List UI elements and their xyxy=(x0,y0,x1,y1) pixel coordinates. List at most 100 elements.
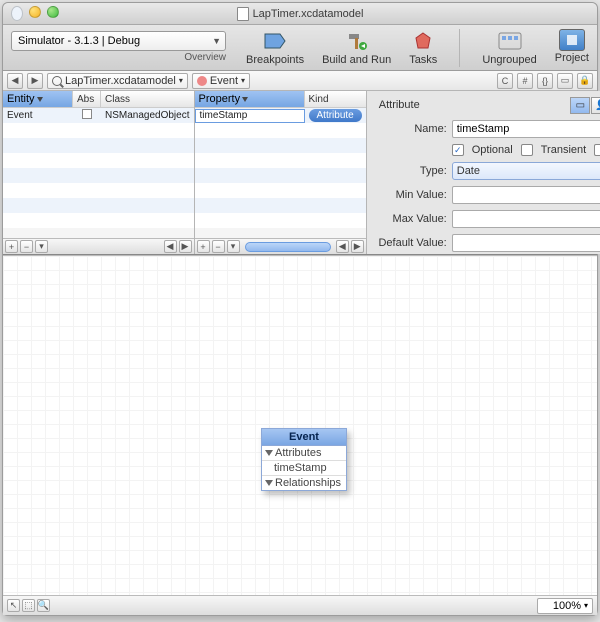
table-row[interactable]: timeStamp Attribute xyxy=(195,108,366,123)
col-header-kind[interactable]: Kind xyxy=(305,91,366,107)
scheme-selector[interactable]: Simulator - 3.1.3 | Debug ▼ xyxy=(11,31,226,51)
indexed-checkbox[interactable] xyxy=(594,144,600,156)
scheme-label: Simulator - 3.1.3 | Debug xyxy=(18,35,140,47)
nav-right-button[interactable]: ▶ xyxy=(351,240,364,253)
diagram-canvas[interactable]: Event Attributes timeStamp Relationships xyxy=(3,255,597,595)
inspector-tab-1[interactable]: ▭ xyxy=(570,97,590,114)
disclosure-triangle-icon xyxy=(265,480,273,486)
window-title: LapTimer.xcdatamodel xyxy=(3,7,597,21)
toggle-hash-button[interactable]: # xyxy=(517,73,533,89)
nav-forward-button[interactable]: ▶ xyxy=(27,73,43,89)
toolbar: Simulator - 3.1.3 | Debug ▼ Overview Bre… xyxy=(3,25,597,71)
model-columns: Entity Abs Class Event NSManagedObject +… xyxy=(3,91,597,255)
toggle-c-button[interactable]: C xyxy=(497,73,513,89)
ungrouped-label: Ungrouped xyxy=(482,54,536,66)
breadcrumb-entity-label: Event xyxy=(210,75,238,87)
col-header-class[interactable]: Class xyxy=(101,91,194,107)
add-property-button[interactable]: + xyxy=(197,240,210,253)
col-header-abs[interactable]: Abs xyxy=(73,91,101,107)
property-name-cell[interactable]: timeStamp xyxy=(195,109,305,123)
breakpoints-button[interactable]: Breakpoints xyxy=(246,29,304,67)
project-button[interactable]: Project xyxy=(555,29,589,67)
window-title-text: LapTimer.xcdatamodel xyxy=(253,8,364,20)
remove-entity-button[interactable]: − xyxy=(20,240,33,253)
remove-property-button[interactable]: − xyxy=(212,240,225,253)
build-run-button[interactable]: Build and Run xyxy=(322,29,391,67)
document-icon xyxy=(237,7,249,21)
nav-right-button[interactable]: ▶ xyxy=(179,240,192,253)
titlebar[interactable]: LapTimer.xcdatamodel xyxy=(3,3,597,25)
add-entity-button[interactable]: + xyxy=(5,240,18,253)
minimize-button[interactable] xyxy=(29,6,41,18)
breadcrumb-file-label: LapTimer.xcdatamodel xyxy=(65,75,176,87)
inspector-pane: Attribute ▭ 👤 ⚙ ⟳ Name: ✓Optional Transi… xyxy=(367,91,600,254)
traffic-lights xyxy=(11,6,59,21)
zoom-value: 100% xyxy=(553,600,581,612)
entities-table[interactable]: Event NSManagedObject xyxy=(3,108,194,238)
min-value-field[interactable] xyxy=(452,186,600,204)
zoom-button[interactable] xyxy=(47,6,59,18)
tasks-button[interactable]: Tasks xyxy=(409,29,437,67)
properties-footer: + − ▾ ◀ ▶ xyxy=(195,238,366,254)
max-value-label: Max Value: xyxy=(375,213,447,225)
toggle-split-button[interactable]: ▭ xyxy=(557,73,573,89)
properties-pane: Property Kind timeStamp Attribute + − ▾ … xyxy=(195,91,367,254)
nav-back-button[interactable]: ◀ xyxy=(7,73,23,89)
type-select[interactable]: Date▾ xyxy=(452,162,600,180)
entity-abs-cell xyxy=(73,109,101,122)
chevron-down-icon: ▼ xyxy=(212,36,221,46)
breadcrumb-entity[interactable]: Event ▾ xyxy=(192,73,250,89)
status-bar: ↖ ⬚ 🔍 100% ▾ xyxy=(3,595,597,615)
min-value-label: Min Value: xyxy=(375,189,447,201)
kind-chip: Attribute xyxy=(309,109,362,122)
lock-icon[interactable]: 🔒 xyxy=(577,73,593,89)
property-menu-button[interactable]: ▾ xyxy=(227,240,240,253)
toolbar-divider xyxy=(459,29,460,67)
xcode-window: LapTimer.xcdatamodel Simulator - 3.1.3 |… xyxy=(2,2,598,616)
properties-table[interactable]: timeStamp Attribute xyxy=(195,108,366,238)
entities-pane: Entity Abs Class Event NSManagedObject +… xyxy=(3,91,195,254)
project-label: Project xyxy=(555,52,589,64)
entity-menu-button[interactable]: ▾ xyxy=(35,240,48,253)
close-button[interactable] xyxy=(11,6,23,21)
name-field[interactable] xyxy=(452,120,600,138)
relationships-section[interactable]: Relationships xyxy=(262,476,346,490)
updown-icon: ▾ xyxy=(179,76,183,85)
attributes-section[interactable]: Attributes xyxy=(262,446,346,461)
col-header-property[interactable]: Property xyxy=(195,91,305,107)
default-value-label: Default Value: xyxy=(375,237,447,249)
col-header-entity[interactable]: Entity xyxy=(3,91,73,107)
inspector-tab-2[interactable]: 👤 xyxy=(591,97,600,114)
optional-checkbox[interactable]: ✓ xyxy=(452,144,464,156)
tasks-label: Tasks xyxy=(409,54,437,66)
tasks-icon xyxy=(409,29,437,53)
pointer-tool-button[interactable]: ↖ xyxy=(7,599,20,612)
horizontal-scrollbar[interactable] xyxy=(245,242,331,252)
breadcrumb-file[interactable]: LapTimer.xcdatamodel ▾ xyxy=(47,73,188,89)
zoom-control[interactable]: 100% ▾ xyxy=(537,598,593,614)
hand-tool-button[interactable]: ⬚ xyxy=(22,599,35,612)
inspector-tab-strip: ▭ 👤 ⚙ ⟳ xyxy=(570,97,600,114)
ungrouped-button[interactable]: Ungrouped xyxy=(482,29,536,67)
zoom-tool-button[interactable]: 🔍 xyxy=(37,599,50,612)
updown-icon: ▾ xyxy=(241,76,245,85)
entity-class-cell: NSManagedObject xyxy=(101,110,194,121)
toggle-brace-button[interactable]: {} xyxy=(537,73,553,89)
transient-checkbox[interactable] xyxy=(521,144,533,156)
table-row[interactable]: Event NSManagedObject xyxy=(3,108,194,123)
default-value-field[interactable] xyxy=(452,234,600,252)
optional-label: Optional xyxy=(472,144,513,156)
breadcrumb-bar: ◀ ▶ LapTimer.xcdatamodel ▾ Event ▾ C # {… xyxy=(3,71,597,91)
property-kind-cell: Attribute xyxy=(305,109,366,122)
entity-box-header: Event xyxy=(262,429,346,446)
nav-left-button[interactable]: ◀ xyxy=(164,240,177,253)
disclosure-triangle-icon xyxy=(265,450,273,456)
attribute-row[interactable]: timeStamp xyxy=(262,461,346,476)
zoom-stepper-icon: ▾ xyxy=(584,601,588,610)
max-value-field[interactable] xyxy=(452,210,600,228)
entity-diagram-box[interactable]: Event Attributes timeStamp Relationships xyxy=(261,428,347,491)
nav-left-button[interactable]: ◀ xyxy=(336,240,349,253)
sort-indicator-icon xyxy=(242,97,248,102)
name-label: Name: xyxy=(375,123,447,135)
overview-label: Overview xyxy=(184,52,226,64)
